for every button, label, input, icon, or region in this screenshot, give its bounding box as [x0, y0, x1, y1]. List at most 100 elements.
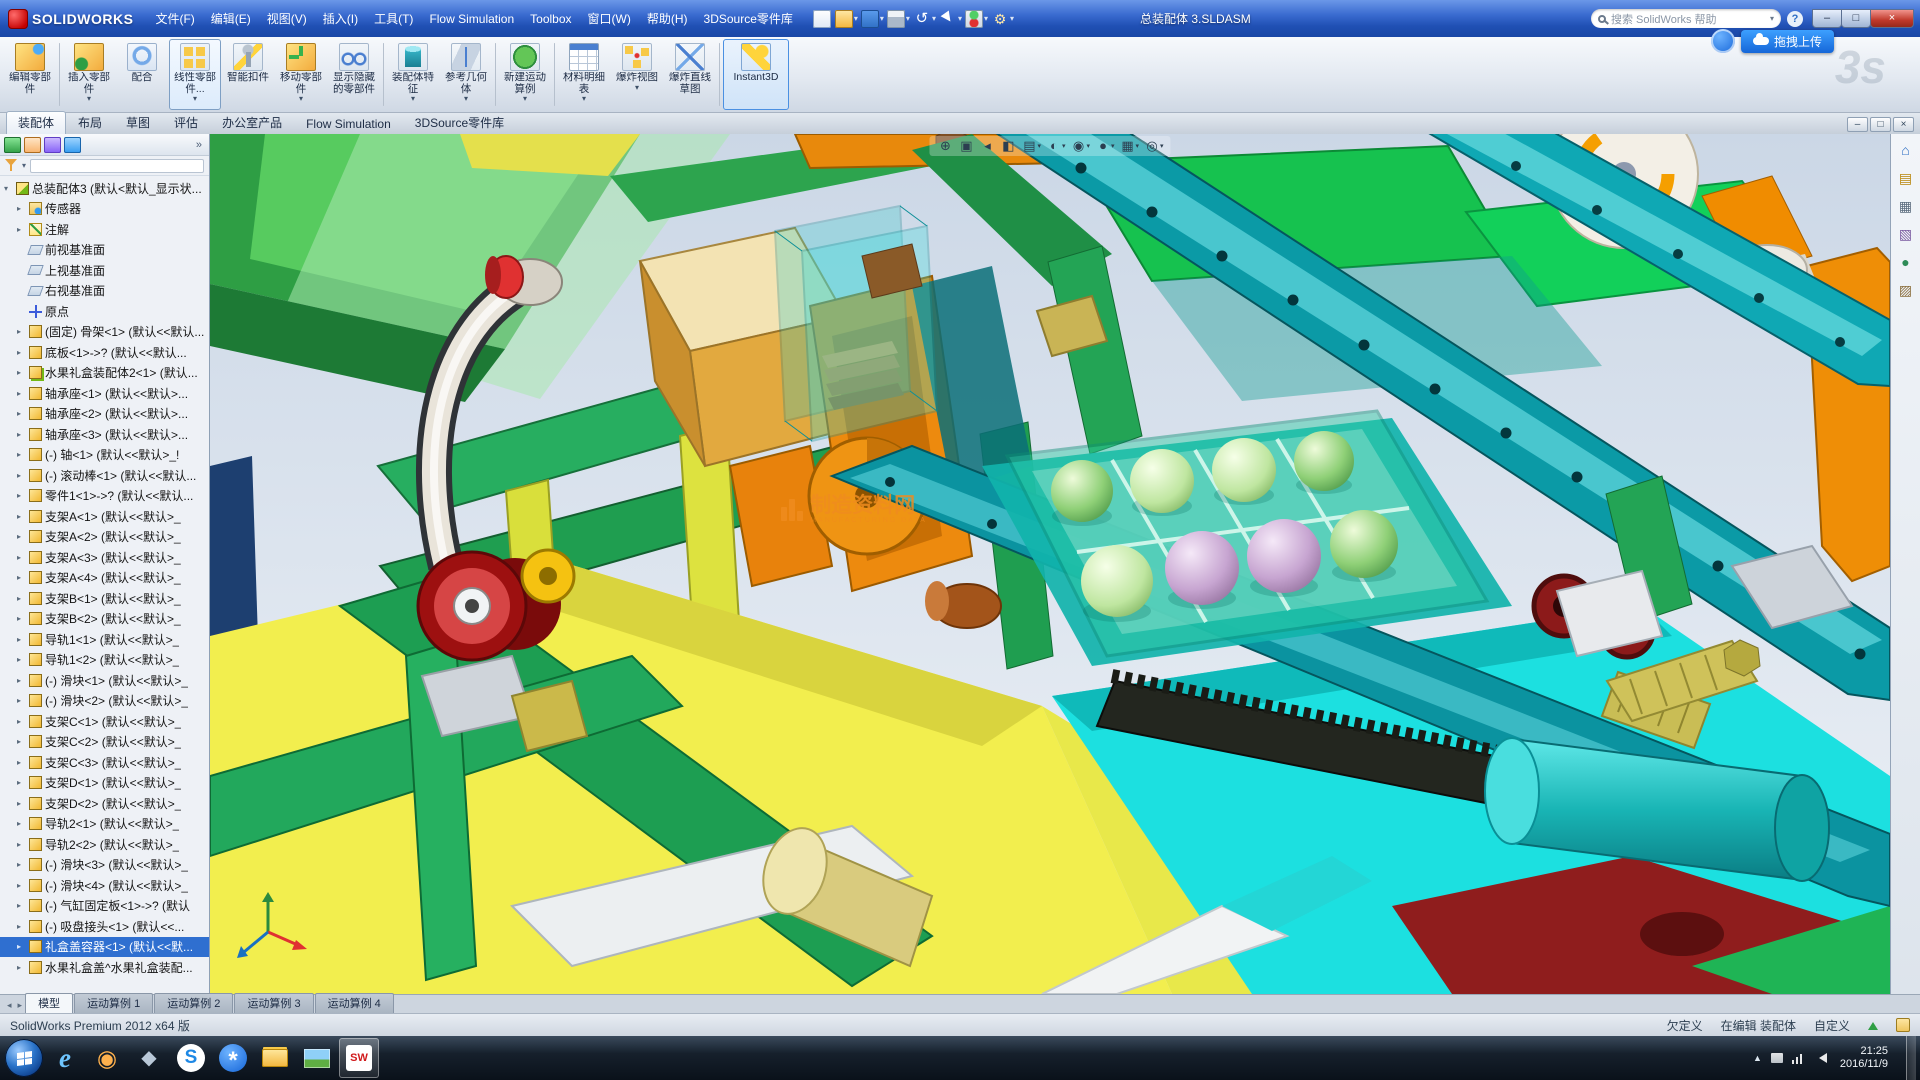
- tree-item[interactable]: ▸ (-) 气缸固定板<1>->? (默认: [0, 896, 209, 917]
- expand-arrow-icon[interactable]: ▸: [17, 655, 26, 664]
- graphics-area[interactable]: ⊕ ▣ ◂ ◧: [210, 134, 1890, 994]
- action-center-icon[interactable]: [1771, 1053, 1783, 1063]
- tree-item[interactable]: ▸ 轴承座<3> (默认<<默认>...: [0, 424, 209, 445]
- ribbon-button[interactable]: 智能扣件: [222, 39, 274, 110]
- status-edit-icon[interactable]: [1896, 1018, 1910, 1032]
- view-tool-button[interactable]: ⊕: [935, 137, 954, 155]
- command-tab[interactable]: 评估: [162, 111, 210, 134]
- quick-access-button[interactable]: ▾: [887, 10, 910, 28]
- expand-arrow-icon[interactable]: ▸: [17, 963, 26, 972]
- ribbon-button[interactable]: 材料明细表 ▾: [558, 39, 610, 110]
- taskbar-icon[interactable]: [5, 1039, 43, 1077]
- model-tab[interactable]: 运动算例 2: [154, 993, 233, 1013]
- tree-item[interactable]: 前视基准面: [0, 240, 209, 261]
- expand-arrow-icon[interactable]: ▸: [17, 225, 26, 234]
- task-pane-tab-icon[interactable]: ●: [1901, 254, 1909, 270]
- tree-item[interactable]: ▸ (-) 滑块<4> (默认<<默认>_: [0, 875, 209, 896]
- command-tab[interactable]: 办公室产品: [210, 111, 294, 134]
- status-arrow-icon[interactable]: [1868, 1017, 1878, 1030]
- tree-item[interactable]: ▸ 底板<1>->? (默认<<默认...: [0, 342, 209, 363]
- taskbar-icon[interactable]: SW: [339, 1038, 379, 1078]
- expand-arrow-icon[interactable]: ▸: [17, 430, 26, 439]
- ribbon-button[interactable]: 配合: [116, 39, 168, 110]
- quick-access-button[interactable]: ▾: [939, 10, 962, 28]
- expand-arrow-icon[interactable]: ▸: [17, 840, 26, 849]
- tree-item[interactable]: ▸ 支架C<3> (默认<<默认>_: [0, 752, 209, 773]
- model-tab[interactable]: 运动算例 3: [234, 993, 313, 1013]
- tree-item[interactable]: ▸ 轴承座<1> (默认<<默认>...: [0, 383, 209, 404]
- expand-arrow-icon[interactable]: ▸: [17, 717, 26, 726]
- ribbon-button[interactable]: 爆炸直线草图: [664, 39, 716, 110]
- ribbon-button[interactable]: [554, 43, 555, 106]
- menu-item[interactable]: 工具(T): [366, 7, 421, 30]
- expand-arrow-icon[interactable]: ▸: [17, 553, 26, 562]
- menu-item[interactable]: 文件(F): [147, 7, 202, 30]
- tree-item[interactable]: ▸ 水果礼盒盖^水果礼盒装配...: [0, 957, 209, 978]
- expand-arrow-icon[interactable]: ▸: [17, 327, 26, 336]
- tree-item[interactable]: ▸ 零件1<1>->? (默认<<默认...: [0, 486, 209, 507]
- expand-arrow-icon[interactable]: ▸: [17, 573, 26, 582]
- menu-item[interactable]: 帮助(H): [639, 7, 696, 30]
- expand-arrow-icon[interactable]: ▸: [17, 758, 26, 767]
- menu-item[interactable]: Toolbox: [522, 9, 579, 29]
- cloud-app-icon[interactable]: [1711, 29, 1735, 53]
- command-tab[interactable]: Flow Simulation: [294, 114, 403, 134]
- ribbon-button[interactable]: [495, 43, 496, 106]
- tree-item[interactable]: ▸ 支架A<2> (默认<<默认>_: [0, 527, 209, 548]
- tree-item[interactable]: ▸ 水果礼盒装配体2<1> (默认...: [0, 363, 209, 384]
- ribbon-button[interactable]: Instant3D: [723, 39, 789, 110]
- tree-item[interactable]: ▸ 支架D<1> (默认<<默认>_: [0, 773, 209, 794]
- clock[interactable]: 21:25 2016/11/9: [1840, 1045, 1888, 1071]
- expand-arrow-icon[interactable]: ▸: [17, 676, 26, 685]
- tree-item[interactable]: ▸ 导轨1<2> (默认<<默认>_: [0, 650, 209, 671]
- search-input[interactable]: 搜索 SolidWorks 帮助 ▾: [1591, 9, 1781, 28]
- ribbon-button[interactable]: 编辑零部件: [4, 39, 56, 110]
- expand-arrow-icon[interactable]: ▸: [17, 204, 26, 213]
- tree-item[interactable]: ▸ 支架A<1> (默认<<默认>_: [0, 506, 209, 527]
- view-tool-button[interactable]: ▤ ▾: [1019, 137, 1042, 155]
- help-icon[interactable]: ?: [1787, 11, 1803, 27]
- quick-access-button[interactable]: ⚙ ▾: [991, 10, 1014, 28]
- tree-item[interactable]: 上视基准面: [0, 260, 209, 281]
- ribbon-button[interactable]: [719, 43, 720, 106]
- ribbon-button[interactable]: [59, 43, 60, 106]
- tree-item[interactable]: ▸ 支架B<1> (默认<<默认>_: [0, 588, 209, 609]
- command-tab[interactable]: 布局: [66, 111, 114, 134]
- tree-item[interactable]: ▸ 礼盒盖容器<1> (默认<<默...: [0, 937, 209, 958]
- menu-item[interactable]: 3DSource零件库: [696, 7, 801, 30]
- expand-arrow-icon[interactable]: ▸: [17, 819, 26, 828]
- ribbon-button[interactable]: 装配体特征 ▾: [387, 39, 439, 110]
- expand-arrow-icon[interactable]: ▸: [17, 737, 26, 746]
- expand-arrow-icon[interactable]: ▸: [17, 901, 26, 910]
- view-tool-button[interactable]: ◐ ▾: [1044, 137, 1067, 155]
- menu-item[interactable]: 窗口(W): [580, 7, 639, 30]
- expand-arrow-icon[interactable]: ▸: [17, 860, 26, 869]
- panel-tab-icon[interactable]: [44, 137, 61, 153]
- ribbon-button[interactable]: 爆炸视图 ▾: [611, 39, 663, 110]
- tree-item[interactable]: ▸ (-) 滑块<2> (默认<<默认>_: [0, 691, 209, 712]
- tree-item[interactable]: ▸ (-) 滑块<1> (默认<<默认>_: [0, 670, 209, 691]
- panel-overflow-button[interactable]: »: [193, 139, 205, 151]
- view-tool-button[interactable]: ◉ ▾: [1068, 137, 1091, 155]
- expand-arrow-icon[interactable]: ▸: [17, 594, 26, 603]
- tab-scroll-arrow-icon[interactable]: ◂: [4, 1000, 15, 1013]
- model-tab[interactable]: 运动算例 1: [74, 993, 153, 1013]
- quick-access-button[interactable]: ↺ ▾: [913, 10, 936, 28]
- ribbon-button[interactable]: 参考几何体 ▾: [440, 39, 492, 110]
- expand-arrow-icon[interactable]: ▸: [17, 635, 26, 644]
- expand-arrow-icon[interactable]: ▸: [17, 799, 26, 808]
- command-tab[interactable]: 3DSource零件库: [403, 111, 516, 134]
- tree-item[interactable]: 右视基准面: [0, 281, 209, 302]
- taskbar-icon[interactable]: S: [171, 1038, 211, 1078]
- expand-arrow-icon[interactable]: ▸: [17, 348, 26, 357]
- tree-item[interactable]: ▸ 支架C<1> (默认<<默认>_: [0, 711, 209, 732]
- window-button[interactable]: –: [1812, 9, 1842, 28]
- view-tool-button[interactable]: ◧: [998, 137, 1017, 155]
- view-tool-button[interactable]: ▣: [956, 137, 975, 155]
- tree-item[interactable]: ▸ 注解: [0, 219, 209, 240]
- document-window-button[interactable]: ×: [1893, 117, 1914, 132]
- filter-dropdown-icon[interactable]: ▾: [22, 161, 26, 170]
- expand-arrow-icon[interactable]: ▸: [17, 696, 26, 705]
- expand-arrow-icon[interactable]: ▾: [4, 184, 13, 193]
- quick-access-button[interactable]: ▾: [861, 10, 884, 28]
